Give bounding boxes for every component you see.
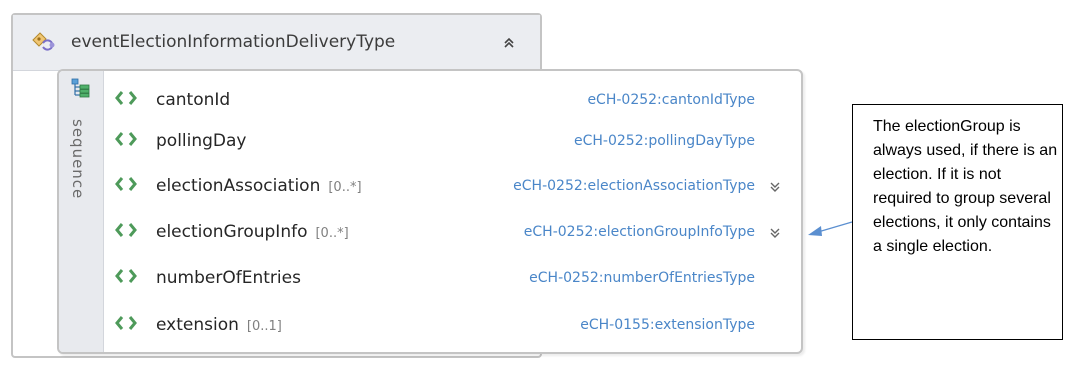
element-name: electionGroupInfo [0..*]	[156, 222, 349, 242]
element-row-electionAssociation[interactable]: electionAssociation [0..*] eCH-0252:elect…	[103, 165, 799, 205]
element-row-electionGroupInfo[interactable]: electionGroupInfo [0..*] eCH-0252:electio…	[103, 211, 799, 251]
element-cardinality: [0..*]	[328, 180, 362, 195]
complex-type-header: eventElectionInformationDeliveryType	[13, 15, 540, 71]
element-type[interactable]: eCH-0252:numberOfEntriesType	[529, 270, 755, 286]
element-icon	[115, 132, 137, 146]
element-icon	[115, 177, 137, 191]
element-name: extension [0..1]	[156, 315, 282, 335]
element-icon	[115, 223, 137, 237]
element-name: pollingDay	[156, 131, 247, 151]
collapse-chevrons-icon[interactable]	[503, 37, 515, 49]
sequence-label: sequence	[69, 119, 87, 200]
element-row-cantonId[interactable]: cantonId eCH-0252:cantonIdType	[103, 79, 799, 119]
element-cardinality: [0..*]	[315, 226, 349, 241]
complex-type-name: eventElectionInformationDeliveryType	[71, 32, 396, 52]
element-type[interactable]: eCH-0252:electionGroupInfoType	[524, 224, 755, 240]
element-type[interactable]: eCH-0252:pollingDayType	[574, 133, 755, 149]
element-icon	[115, 316, 137, 330]
expand-chevrons-icon[interactable]	[769, 227, 781, 239]
element-row-pollingDay[interactable]: pollingDay eCH-0252:pollingDayType	[103, 120, 799, 160]
sequence-strip: sequence	[59, 71, 104, 352]
sequence-icon	[71, 78, 90, 98]
complex-type-icon	[32, 32, 55, 51]
annotation-box: The electionGroup is always used, if the…	[852, 104, 1063, 340]
element-icon	[115, 269, 137, 283]
element-row-numberOfEntries[interactable]: numberOfEntries eCH-0252:numberOfEntries…	[103, 257, 799, 297]
element-icon	[115, 91, 137, 105]
element-type[interactable]: eCH-0252:cantonIdType	[587, 92, 755, 108]
sequence-box: sequence cantonId eCH-0252:cantonIdType …	[57, 69, 803, 354]
element-name: cantonId	[156, 90, 231, 110]
element-type[interactable]: eCH-0252:electionAssociationType	[513, 178, 755, 194]
element-type[interactable]: eCH-0155:extensionType	[580, 317, 755, 333]
expand-chevrons-icon[interactable]	[769, 181, 781, 193]
element-cardinality: [0..1]	[246, 319, 282, 334]
annotation-text: The electionGroup is always used, if the…	[873, 118, 1058, 255]
element-name: numberOfEntries	[156, 268, 301, 288]
element-row-extension[interactable]: extension [0..1] eCH-0155:extensionType	[103, 304, 799, 344]
element-name: electionAssociation [0..*]	[156, 176, 362, 196]
